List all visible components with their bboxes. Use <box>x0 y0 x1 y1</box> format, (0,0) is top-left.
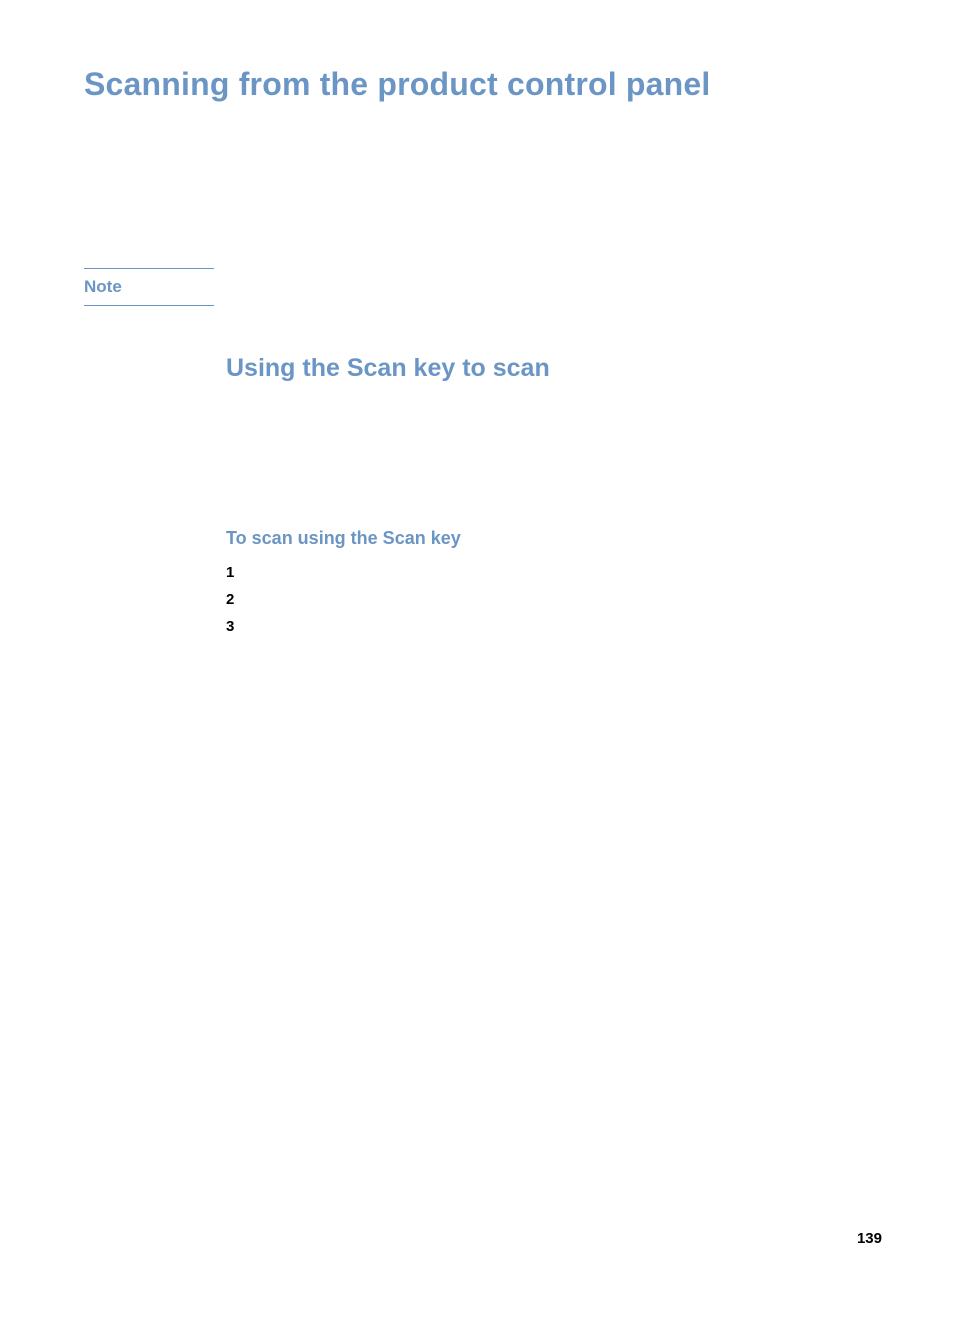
page-number: 139 <box>857 1230 882 1247</box>
step-number: 1 <box>226 564 234 581</box>
rule-top <box>84 268 214 269</box>
steps-list: 1 2 3 <box>226 558 234 635</box>
rule-bottom <box>84 305 214 306</box>
step-number: 2 <box>226 591 234 608</box>
note-callout: Note <box>84 268 214 306</box>
step-number: 3 <box>226 618 234 635</box>
heading-3: To scan using the Scan key <box>226 528 461 549</box>
heading-2: Using the Scan key to scan <box>226 354 550 383</box>
document-page: Scanning from the product control panel … <box>0 0 954 1321</box>
note-label: Note <box>84 275 214 301</box>
heading-1: Scanning from the product control panel <box>84 66 711 103</box>
